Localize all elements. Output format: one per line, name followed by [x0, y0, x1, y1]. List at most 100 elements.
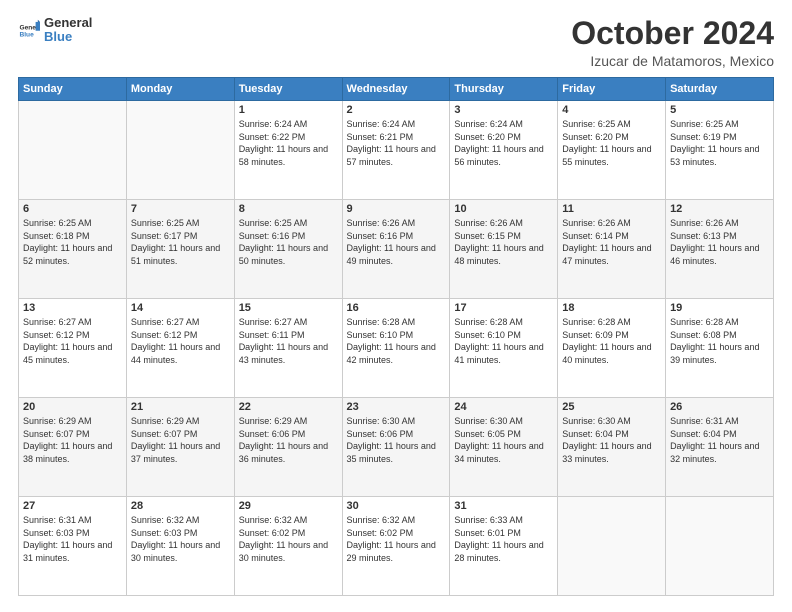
table-row: 26Sunrise: 6:31 AMSunset: 6:04 PMDayligh… [666, 398, 774, 497]
day-number: 28 [131, 500, 230, 512]
day-info: Sunrise: 6:27 AMSunset: 6:12 PMDaylight:… [23, 316, 122, 366]
table-row: 8 Sunrise: 6:25 AMSunset: 6:16 PMDaylight… [234, 200, 342, 299]
logo-general: General [44, 16, 92, 30]
day-number: 30 [347, 500, 446, 512]
day-number: 8 [239, 203, 338, 215]
header: General Blue General Blue October 2024 I… [18, 16, 774, 69]
day-number: 31 [454, 500, 553, 512]
table-row [19, 101, 127, 200]
day-info: Sunrise: 6:31 AMSunset: 6:04 PMDaylight:… [670, 415, 769, 465]
col-wednesday: Wednesday [342, 78, 450, 101]
logo-blue: Blue [44, 30, 92, 44]
table-row: 15Sunrise: 6:27 AMSunset: 6:11 PMDayligh… [234, 299, 342, 398]
col-friday: Friday [558, 78, 666, 101]
col-sunday: Sunday [19, 78, 127, 101]
day-info: Sunrise: 6:27 AMSunset: 6:11 PMDaylight:… [239, 316, 338, 366]
table-row: 3 Sunrise: 6:24 AMSunset: 6:20 PMDaylight… [450, 101, 558, 200]
day-number: 5 [670, 104, 769, 116]
location-title: Izucar de Matamoros, Mexico [571, 53, 774, 69]
table-row: 13 Sunrise: 6:27 AMSunset: 6:12 PMDayligh… [19, 299, 127, 398]
calendar-week-row: 6 Sunrise: 6:25 AMSunset: 6:18 PMDaylight… [19, 200, 774, 299]
day-info: Sunrise: 6:26 AMSunset: 6:13 PMDaylight:… [670, 217, 769, 267]
table-row: 10 Sunrise: 6:26 AMSunset: 6:15 PMDayligh… [450, 200, 558, 299]
day-number: 3 [454, 104, 553, 116]
day-number: 4 [562, 104, 661, 116]
day-info: Sunrise: 6:29 AMSunset: 6:07 PMDaylight:… [23, 415, 122, 465]
table-row: 2 Sunrise: 6:24 AMSunset: 6:21 PMDaylight… [342, 101, 450, 200]
day-number: 20 [23, 401, 122, 413]
day-info: Sunrise: 6:25 AMSunset: 6:20 PMDaylight:… [562, 118, 661, 168]
col-monday: Monday [126, 78, 234, 101]
table-row: 6 Sunrise: 6:25 AMSunset: 6:18 PMDaylight… [19, 200, 127, 299]
table-row: 20 Sunrise: 6:29 AMSunset: 6:07 PMDayligh… [19, 398, 127, 497]
table-row: 5 Sunrise: 6:25 AMSunset: 6:19 PMDaylight… [666, 101, 774, 200]
day-info: Sunrise: 6:27 AMSunset: 6:12 PMDaylight:… [131, 316, 230, 366]
table-row: 12Sunrise: 6:26 AMSunset: 6:13 PMDayligh… [666, 200, 774, 299]
table-row: 29 Sunrise: 6:32 AMSunset: 6:02 PMDayligh… [234, 497, 342, 596]
day-info: Sunrise: 6:32 AMSunset: 6:02 PMDaylight:… [239, 514, 338, 564]
day-info: Sunrise: 6:28 AMSunset: 6:10 PMDaylight:… [347, 316, 446, 366]
table-row [126, 101, 234, 200]
table-row: 7Sunrise: 6:25 AMSunset: 6:17 PMDaylight… [126, 200, 234, 299]
day-number: 29 [239, 500, 338, 512]
day-number: 24 [454, 401, 553, 413]
day-number: 27 [23, 500, 122, 512]
calendar-week-row: 27Sunrise: 6:31 AMSunset: 6:03 PMDayligh… [19, 497, 774, 596]
calendar-week-row: 1 Sunrise: 6:24 AMSunset: 6:22 PMDaylight… [19, 101, 774, 200]
table-row: 11 Sunrise: 6:26 AMSunset: 6:14 PMDayligh… [558, 200, 666, 299]
day-info: Sunrise: 6:26 AMSunset: 6:15 PMDaylight:… [454, 217, 553, 267]
table-row: 31Sunrise: 6:33 AMSunset: 6:01 PMDayligh… [450, 497, 558, 596]
table-row: 14 Sunrise: 6:27 AMSunset: 6:12 PMDayligh… [126, 299, 234, 398]
day-number: 10 [454, 203, 553, 215]
col-tuesday: Tuesday [234, 78, 342, 101]
day-info: Sunrise: 6:24 AMSunset: 6:21 PMDaylight:… [347, 118, 446, 168]
day-info: Sunrise: 6:32 AMSunset: 6:02 PMDaylight:… [347, 514, 446, 564]
day-info: Sunrise: 6:25 AMSunset: 6:17 PMDaylight:… [131, 217, 230, 267]
day-number: 17 [454, 302, 553, 314]
table-row: 16 Sunrise: 6:28 AMSunset: 6:10 PMDayligh… [342, 299, 450, 398]
table-row: 21Sunrise: 6:29 AMSunset: 6:07 PMDayligh… [126, 398, 234, 497]
day-info: Sunrise: 6:24 AMSunset: 6:22 PMDaylight:… [239, 118, 338, 168]
day-info: Sunrise: 6:30 AMSunset: 6:06 PMDaylight:… [347, 415, 446, 465]
day-number: 19 [670, 302, 769, 314]
day-info: Sunrise: 6:26 AMSunset: 6:14 PMDaylight:… [562, 217, 661, 267]
day-info: Sunrise: 6:25 AMSunset: 6:16 PMDaylight:… [239, 217, 338, 267]
day-info: Sunrise: 6:25 AMSunset: 6:18 PMDaylight:… [23, 217, 122, 267]
col-saturday: Saturday [666, 78, 774, 101]
day-number: 11 [562, 203, 661, 215]
table-row: 9 Sunrise: 6:26 AMSunset: 6:16 PMDaylight… [342, 200, 450, 299]
table-row: 24 Sunrise: 6:30 AMSunset: 6:05 PMDayligh… [450, 398, 558, 497]
logo: General Blue General Blue [18, 16, 92, 45]
day-number: 6 [23, 203, 122, 215]
day-number: 1 [239, 104, 338, 116]
month-title: October 2024 [571, 16, 774, 51]
day-number: 2 [347, 104, 446, 116]
table-row: 1 Sunrise: 6:24 AMSunset: 6:22 PMDaylight… [234, 101, 342, 200]
page: General Blue General Blue October 2024 I… [0, 0, 792, 612]
title-section: October 2024 Izucar de Matamoros, Mexico [571, 16, 774, 69]
table-row: 18Sunrise: 6:28 AMSunset: 6:09 PMDayligh… [558, 299, 666, 398]
table-row: 27Sunrise: 6:31 AMSunset: 6:03 PMDayligh… [19, 497, 127, 596]
day-info: Sunrise: 6:26 AMSunset: 6:16 PMDaylight:… [347, 217, 446, 267]
table-row [558, 497, 666, 596]
table-row: 28Sunrise: 6:32 AMSunset: 6:03 PMDayligh… [126, 497, 234, 596]
day-info: Sunrise: 6:28 AMSunset: 6:08 PMDaylight:… [670, 316, 769, 366]
table-row [666, 497, 774, 596]
calendar-header-row: Sunday Monday Tuesday Wednesday Thursday… [19, 78, 774, 101]
day-info: Sunrise: 6:30 AMSunset: 6:04 PMDaylight:… [562, 415, 661, 465]
logo-icon: General Blue [18, 19, 40, 41]
col-thursday: Thursday [450, 78, 558, 101]
day-info: Sunrise: 6:29 AMSunset: 6:06 PMDaylight:… [239, 415, 338, 465]
calendar-week-row: 13 Sunrise: 6:27 AMSunset: 6:12 PMDayligh… [19, 299, 774, 398]
day-info: Sunrise: 6:30 AMSunset: 6:05 PMDaylight:… [454, 415, 553, 465]
day-number: 9 [347, 203, 446, 215]
day-number: 14 [131, 302, 230, 314]
calendar-body: 1 Sunrise: 6:24 AMSunset: 6:22 PMDaylight… [19, 101, 774, 596]
calendar-table: Sunday Monday Tuesday Wednesday Thursday… [18, 77, 774, 596]
day-number: 16 [347, 302, 446, 314]
day-info: Sunrise: 6:24 AMSunset: 6:20 PMDaylight:… [454, 118, 553, 168]
day-number: 13 [23, 302, 122, 314]
svg-text:Blue: Blue [19, 32, 34, 39]
day-info: Sunrise: 6:28 AMSunset: 6:10 PMDaylight:… [454, 316, 553, 366]
day-info: Sunrise: 6:25 AMSunset: 6:19 PMDaylight:… [670, 118, 769, 168]
